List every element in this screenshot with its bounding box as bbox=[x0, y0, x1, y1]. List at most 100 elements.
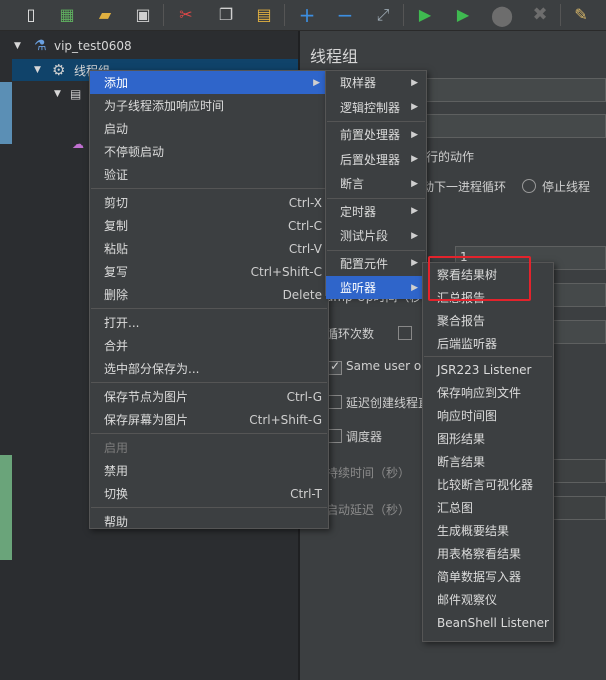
context-menu-item-6[interactable]: 剪切 Ctrl-X bbox=[90, 191, 328, 214]
context-menu-item-14[interactable]: 选中部分保存为... bbox=[90, 357, 328, 380]
menu-item-label: 配置元件 bbox=[340, 256, 389, 271]
toolbar-separator bbox=[163, 4, 164, 26]
listener-submenu-item-12[interactable]: 生成概要结果 bbox=[423, 519, 553, 542]
infinite-checkbox[interactable] bbox=[398, 326, 412, 340]
add-submenu-item-5[interactable]: 断言 ▶ bbox=[326, 172, 426, 195]
startup-delay-label: 启动延迟（秒） bbox=[326, 503, 411, 517]
expand-icon[interactable]: + bbox=[296, 4, 318, 26]
new-icon[interactable]: ▯ bbox=[20, 4, 42, 26]
context-menu-item-19[interactable]: 启用 bbox=[90, 436, 328, 459]
submenu-arrow-icon: ▶ bbox=[411, 282, 418, 293]
context-menu-item-20[interactable]: 禁用 bbox=[90, 459, 328, 482]
listener-submenu-item-10[interactable]: 比较断言可视化器 bbox=[423, 473, 553, 496]
context-menu-item-9[interactable]: 复写 Ctrl+Shift-C bbox=[90, 260, 328, 283]
listener-submenu-item-7[interactable]: 响应时间图 bbox=[423, 404, 553, 427]
context-menu-item-23[interactable]: 帮助 bbox=[90, 510, 328, 533]
name-field[interactable] bbox=[426, 78, 606, 102]
menu-item-label: 粘贴 bbox=[104, 242, 129, 256]
toggle-icon[interactable]: ⤢ bbox=[372, 4, 394, 26]
listener-submenu-item-14[interactable]: 简单数据写入器 bbox=[423, 565, 553, 588]
menu-item-label: 禁用 bbox=[104, 464, 129, 478]
menu-item-label: 添加 bbox=[104, 76, 129, 90]
open-icon[interactable]: ▰ bbox=[94, 4, 116, 26]
listener-submenu-item-13[interactable]: 用表格察看结果 bbox=[423, 542, 553, 565]
add-submenu-item-8[interactable]: 测试片段 ▶ bbox=[326, 224, 426, 247]
paste-icon[interactable]: ▤ bbox=[253, 4, 275, 26]
menu-shortcut: Ctrl+Shift-G bbox=[249, 412, 322, 427]
add-submenu-item-1[interactable]: 逻辑控制器 ▶ bbox=[326, 96, 426, 119]
add-submenu-item-0[interactable]: 取样器 ▶ bbox=[326, 71, 426, 94]
context-menu-item-8[interactable]: 粘贴 Ctrl-V bbox=[90, 237, 328, 260]
listener-submenu-item-15[interactable]: 邮件观察仪 bbox=[423, 588, 553, 611]
stop-icon[interactable]: ⬤ bbox=[491, 4, 513, 26]
context-menu-item-12[interactable]: 打开... bbox=[90, 311, 328, 334]
context-menu-item-3[interactable]: 不停顿启动 bbox=[90, 140, 328, 163]
listener-submenu-item-3[interactable]: 后端监听器 bbox=[423, 332, 553, 355]
listener-submenu-item-8[interactable]: 图形结果 bbox=[423, 427, 553, 450]
menu-separator bbox=[327, 249, 425, 251]
toolbar-separator bbox=[284, 4, 285, 26]
menu-shortcut: Ctrl-T bbox=[290, 486, 322, 501]
submenu-arrow-icon: ▶ bbox=[411, 206, 418, 216]
menu-item-label: 后端监听器 bbox=[437, 337, 498, 351]
menu-item-label: 验证 bbox=[104, 168, 129, 182]
context-menu-item-0[interactable]: 添加 ▶ bbox=[90, 71, 328, 94]
collapse-icon[interactable]: − bbox=[334, 4, 356, 26]
menu-item-label: 合并 bbox=[104, 339, 129, 353]
listener-submenu-item-6[interactable]: 保存响应到文件 bbox=[423, 381, 553, 404]
listener-submenu-item-9[interactable]: 断言结果 bbox=[423, 450, 553, 473]
add-submenu-item-11[interactable]: 监听器 ▶ bbox=[326, 276, 426, 299]
menu-item-label: 选中部分保存为... bbox=[104, 362, 200, 376]
start-icon[interactable]: ▶ bbox=[414, 4, 436, 26]
start-no-pause-icon[interactable]: ▶ bbox=[452, 4, 474, 26]
menu-item-label: 启动 bbox=[104, 122, 129, 136]
menu-separator bbox=[91, 507, 327, 508]
menu-item-label: 监听器 bbox=[340, 281, 377, 295]
listener-submenu-item-11[interactable]: 汇总图 bbox=[423, 496, 553, 519]
listener-submenu-item-2[interactable]: 聚合报告 bbox=[423, 309, 553, 332]
context-menu-item-1[interactable]: 为子线程添加响应时间 bbox=[90, 94, 328, 117]
menu-separator bbox=[327, 121, 425, 122]
comments-field[interactable] bbox=[426, 114, 606, 138]
expand-arrow-icon[interactable]: ▼ bbox=[34, 65, 41, 75]
add-submenu-item-4[interactable]: 后置处理器 ▶ bbox=[326, 148, 426, 171]
scheduler-checkbox[interactable] bbox=[328, 429, 342, 443]
templates-icon[interactable]: ▦ bbox=[56, 4, 78, 26]
context-menu-item-2[interactable]: 启动 bbox=[90, 117, 328, 140]
menu-item-label: 聚合报告 bbox=[437, 314, 486, 328]
add-submenu-item-3[interactable]: 前置处理器 ▶ bbox=[326, 123, 426, 146]
menu-item-label: 前置处理器 bbox=[340, 128, 401, 142]
context-menu-item-17[interactable]: 保存屏幕为图片 Ctrl+Shift-G bbox=[90, 408, 328, 431]
expand-arrow-icon[interactable]: ▼ bbox=[54, 89, 61, 99]
toolbar-separator bbox=[403, 4, 404, 26]
shutdown-icon[interactable]: ✖ bbox=[529, 4, 551, 26]
duration-label: 持续时间（秒） bbox=[326, 466, 411, 480]
menu-separator bbox=[424, 356, 552, 357]
delay-create-checkbox[interactable] bbox=[328, 395, 342, 409]
clear-icon[interactable]: ✎ bbox=[570, 4, 592, 26]
copy-icon[interactable]: ❐ bbox=[215, 4, 237, 26]
add-submenu-item-7[interactable]: 定时器 ▶ bbox=[326, 200, 426, 223]
save-icon[interactable]: ▣ bbox=[132, 4, 154, 26]
tree-node-child[interactable]: ▼ ▤ bbox=[50, 83, 90, 105]
context-menu-item-4[interactable]: 验证 bbox=[90, 163, 328, 186]
add-submenu-item-10[interactable]: 配置元件 ▶ bbox=[326, 252, 426, 275]
listener-submenu-item-jsr223-listener[interactable]: JSR223 Listener bbox=[423, 358, 553, 381]
listener-submenu-item-beanshell-listener[interactable]: BeanShell Listener bbox=[423, 611, 553, 634]
context-menu-item-7[interactable]: 复制 Ctrl-C bbox=[90, 214, 328, 237]
context-menu-item-16[interactable]: 保存节点为图片 Ctrl-G bbox=[90, 385, 328, 408]
expand-arrow-icon[interactable]: ▼ bbox=[14, 41, 21, 51]
menu-shortcut: Delete bbox=[282, 287, 322, 302]
context-menu-item-10[interactable]: 删除 Delete bbox=[90, 283, 328, 306]
context-menu-item-21[interactable]: 切换 Ctrl-T bbox=[90, 482, 328, 505]
context-menu-item-13[interactable]: 合并 bbox=[90, 334, 328, 357]
menu-item-label: 切换 bbox=[104, 487, 129, 501]
window-edge-strip bbox=[0, 82, 12, 144]
radio-stop-thread[interactable] bbox=[522, 179, 536, 193]
cut-icon[interactable]: ✂ bbox=[175, 4, 197, 26]
radio-next-loop-label: 动下一进程循环 bbox=[422, 180, 507, 194]
tree-node-test-plan[interactable]: ▼ ⚗ vip_test0608 bbox=[0, 35, 298, 57]
same-user-checkbox[interactable] bbox=[328, 359, 342, 375]
menu-item-label: 不停顿启动 bbox=[104, 145, 165, 159]
menu-item-label: 逻辑控制器 bbox=[340, 100, 401, 115]
